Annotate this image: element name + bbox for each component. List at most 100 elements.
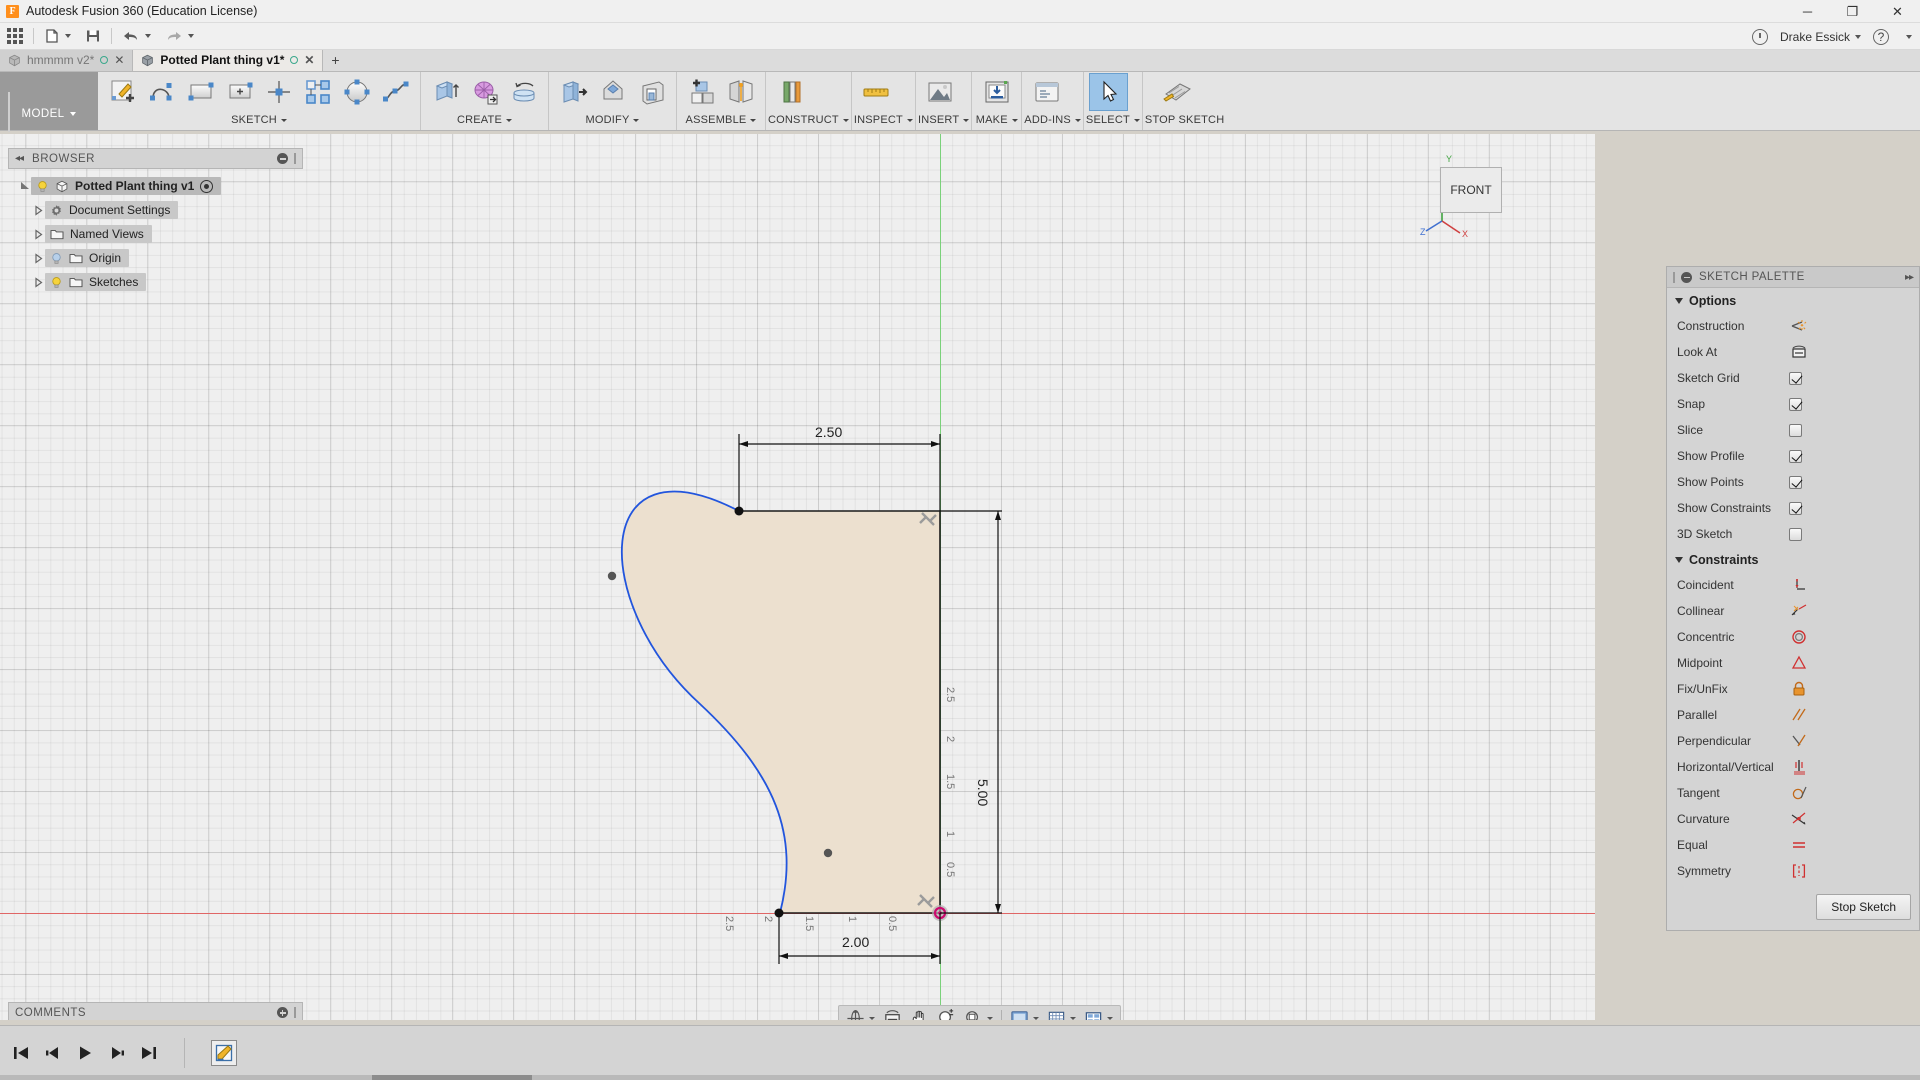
show-constraints-checkbox[interactable] [1789, 501, 1802, 515]
right-height-dimension-label[interactable]: 5.00 [975, 779, 991, 806]
palette-row-symmetry[interactable]: Symmetry [1667, 858, 1919, 884]
pattern-button[interactable] [298, 73, 337, 111]
circle-button[interactable] [337, 73, 376, 111]
file-menu-button[interactable] [37, 23, 78, 50]
browser-header[interactable]: ◂◂ BROWSER [8, 148, 303, 169]
grip-icon[interactable] [294, 153, 296, 164]
show-profile-checkbox[interactable] [1789, 449, 1802, 463]
ribbon-group-label[interactable]: SELECT [1086, 114, 1140, 130]
line-button[interactable] [142, 73, 181, 111]
sketch-grid-checkbox[interactable] [1789, 371, 1802, 385]
display-settings-button[interactable] [1006, 1007, 1043, 1020]
step-back-button[interactable] [44, 1044, 62, 1062]
scripts-addins-button[interactable] [1027, 73, 1066, 111]
ribbon-group-label[interactable]: INSERT [918, 114, 970, 130]
shell-button[interactable] [632, 73, 671, 111]
lock-icon[interactable] [1789, 681, 1809, 697]
measure-button[interactable] [857, 73, 896, 111]
fit-curve-button[interactable] [376, 73, 415, 111]
palette-row-equal[interactable]: Equal [1667, 832, 1919, 858]
document-tab-potted-plant[interactable]: Potted Plant thing v1* ✕ [133, 49, 324, 71]
palette-row-show-constraints[interactable]: Show Constraints [1667, 495, 1919, 521]
pan-button[interactable] [906, 1007, 933, 1020]
offset-plane-button[interactable] [771, 73, 810, 111]
3d-print-button[interactable] [977, 73, 1016, 111]
lightbulb-icon[interactable] [36, 180, 49, 193]
concentric-icon[interactable] [1789, 629, 1809, 645]
palette-row-construction[interactable]: Construction [1667, 313, 1919, 339]
chevron-down-icon[interactable] [1906, 34, 1912, 39]
maximize-button[interactable]: ❐ [1830, 0, 1875, 23]
grip-icon[interactable] [1673, 271, 1675, 283]
expand-icon[interactable] [32, 228, 45, 241]
palette-row-tangent[interactable]: Tangent [1667, 780, 1919, 806]
palette-row-coincident[interactable]: Coincident [1667, 572, 1919, 598]
expand-icon[interactable] [18, 180, 31, 193]
minimize-icon[interactable] [277, 153, 288, 164]
look-at-button[interactable] [879, 1007, 906, 1020]
palette-row-perpendicular[interactable]: Perpendicular [1667, 728, 1919, 754]
tree-item-origin[interactable]: Origin [8, 246, 303, 270]
palette-row-look-at[interactable]: Look At [1667, 339, 1919, 365]
tree-item-named-views[interactable]: Named Views [8, 222, 303, 246]
timeline-feature-sketch[interactable] [211, 1040, 237, 1066]
new-component-button[interactable] [682, 73, 721, 111]
create-sketch-button[interactable] [103, 73, 142, 111]
rectangle-center-button[interactable] [220, 73, 259, 111]
slice-checkbox[interactable] [1789, 423, 1802, 437]
sketch-canvas[interactable]: 2.50 5.00 2.00 2.5 2 1.5 1 0.5 2.5 2 1.5… [0, 134, 1595, 1020]
view-cube[interactable]: Y X Z FRONT [1420, 149, 1530, 239]
palette-row-concentric[interactable]: Concentric [1667, 624, 1919, 650]
ribbon-group-label[interactable]: MODIFY [551, 114, 674, 130]
equal-icon[interactable] [1789, 837, 1809, 853]
scrollbar-thumb[interactable] [372, 1075, 532, 1080]
grid-snaps-button[interactable] [1043, 1007, 1080, 1020]
expand-icon[interactable]: ▸▸ [1905, 272, 1914, 283]
fillet-button[interactable] [593, 73, 632, 111]
rectangle-button[interactable] [181, 73, 220, 111]
tree-item-root[interactable]: Potted Plant thing v1 [8, 174, 303, 198]
top-width-dimension-label[interactable]: 2.50 [815, 424, 842, 440]
3d-sketch-checkbox[interactable] [1789, 527, 1802, 541]
palette-row-slice[interactable]: Slice [1667, 417, 1919, 443]
bottom-width-dimension-label[interactable]: 2.00 [842, 934, 869, 950]
section-header-options[interactable]: Options [1667, 288, 1919, 313]
lightbulb-icon[interactable] [50, 276, 63, 289]
collapse-icon[interactable]: ◂◂ [15, 153, 24, 164]
document-tab-hmmmm[interactable]: hmmmm v2* ✕ [0, 49, 134, 71]
snap-checkbox[interactable] [1789, 397, 1802, 411]
point-button[interactable] [259, 73, 298, 111]
show-points-checkbox[interactable] [1789, 475, 1802, 489]
palette-row-3d-sketch[interactable]: 3D Sketch [1667, 521, 1919, 547]
step-forward-button[interactable] [108, 1044, 126, 1062]
close-icon[interactable]: ✕ [114, 54, 124, 66]
go-to-beginning-button[interactable] [12, 1044, 30, 1062]
sketch-palette-header[interactable]: SKETCH PALETTE ▸▸ [1667, 267, 1919, 288]
expand-icon[interactable] [32, 204, 45, 217]
minimize-icon[interactable] [1681, 271, 1692, 283]
view-cube-front-face[interactable]: FRONT [1440, 167, 1502, 213]
palette-row-collinear[interactable]: Collinear [1667, 598, 1919, 624]
viewports-button[interactable] [1080, 1007, 1117, 1020]
recent-activity-icon[interactable] [1751, 28, 1768, 45]
look-at-icon[interactable] [1789, 344, 1809, 360]
sweep-button[interactable] [504, 73, 543, 111]
ribbon-group-label[interactable]: MAKE [974, 114, 1019, 130]
symmetry-icon[interactable] [1789, 863, 1809, 879]
add-comment-icon[interactable] [277, 1007, 288, 1018]
tree-item-sketches[interactable]: Sketches [8, 270, 303, 294]
palette-row-horizontal-vertical[interactable]: Horizontal/Vertical [1667, 754, 1919, 780]
user-menu[interactable]: Drake Essick [1780, 30, 1861, 44]
stop-sketch-dialog-button[interactable]: Stop Sketch [1816, 894, 1911, 920]
palette-row-fix-unfix[interactable]: Fix/UnFix [1667, 676, 1919, 702]
grip-icon[interactable] [294, 1007, 296, 1018]
palette-row-sketch-grid[interactable]: Sketch Grid [1667, 365, 1919, 391]
close-icon[interactable]: ✕ [304, 54, 314, 66]
palette-row-curvature[interactable]: Curvature [1667, 806, 1919, 832]
curvature-icon[interactable] [1789, 811, 1809, 827]
minimize-button[interactable]: ─ [1785, 0, 1830, 23]
select-button[interactable] [1088, 73, 1128, 111]
ribbon-group-label[interactable]: ASSEMBLE [679, 114, 763, 130]
new-document-tab-button[interactable]: + [323, 49, 347, 71]
ribbon-group-label[interactable]: STOP SKETCH [1145, 114, 1224, 130]
